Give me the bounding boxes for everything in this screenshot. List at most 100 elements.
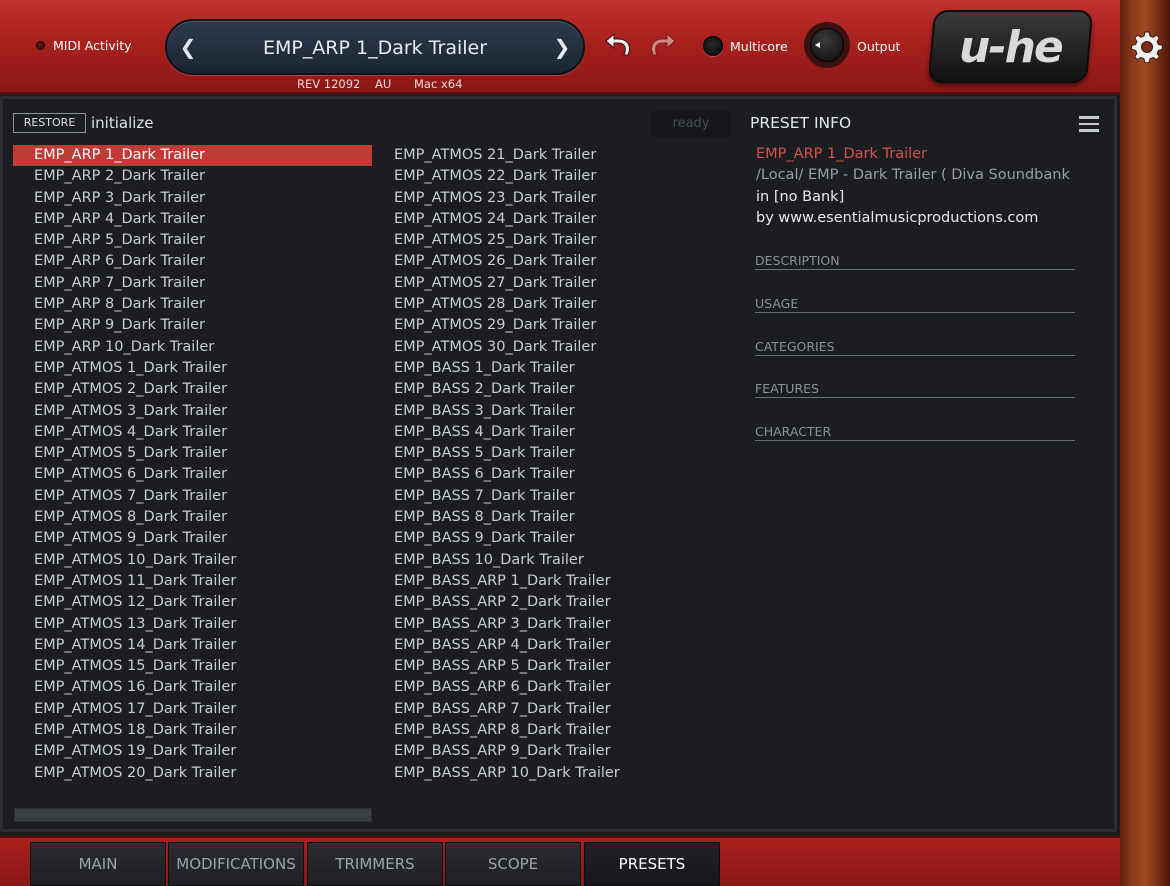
- next-preset-arrow-icon[interactable]: ❯: [551, 35, 573, 59]
- preset-list-item[interactable]: EMP_ATMOS 21_Dark Trailer: [373, 145, 732, 166]
- preset-list-item[interactable]: EMP_ATMOS 9_Dark Trailer: [13, 528, 372, 549]
- preset-list-item[interactable]: EMP_BASS 2_Dark Trailer: [373, 379, 732, 400]
- restore-button[interactable]: RESTORE: [13, 113, 86, 133]
- tab-modifications[interactable]: MODIFICATIONS: [168, 842, 304, 886]
- tab-presets[interactable]: PRESETS: [584, 842, 720, 886]
- preset-list-item[interactable]: EMP_BASS 4_Dark Trailer: [373, 422, 732, 443]
- preset-list-item[interactable]: EMP_BASS 10_Dark Trailer: [373, 550, 732, 571]
- preset-info-path: /Local/ EMP - Dark Trailer ( Diva Soundb…: [756, 167, 1070, 183]
- preset-list-item[interactable]: EMP_ARP 8_Dark Trailer: [13, 294, 372, 315]
- preset-list-item[interactable]: EMP_BASS 3_Dark Trailer: [373, 401, 732, 422]
- preset-info-bank: in [no Bank]: [756, 189, 845, 205]
- preset-list-item[interactable]: EMP_ATMOS 27_Dark Trailer: [373, 273, 732, 294]
- preset-list-item[interactable]: EMP_ATMOS 22_Dark Trailer: [373, 166, 732, 187]
- preset-list-item[interactable]: EMP_BASS 9_Dark Trailer: [373, 528, 732, 549]
- preset-list-item[interactable]: EMP_ATMOS 25_Dark Trailer: [373, 230, 732, 251]
- preset-info-name: EMP_ARP 1_Dark Trailer: [756, 146, 928, 162]
- preset-list-item[interactable]: EMP_ARP 1_Dark Trailer: [13, 145, 372, 167]
- preset-list-item[interactable]: EMP_ATMOS 24_Dark Trailer: [373, 209, 732, 230]
- preset-list-item[interactable]: EMP_ATMOS 18_Dark Trailer: [13, 720, 372, 741]
- hamburger-menu-icon[interactable]: [1079, 116, 1099, 132]
- preset-list-column-1: EMP_ARP 1_Dark Trailer EMP_ARP 2_Dark Tra…: [13, 145, 372, 784]
- preset-list-item[interactable]: EMP_ATMOS 16_Dark Trailer: [13, 677, 372, 698]
- preset-list-item[interactable]: EMP_ATMOS 5_Dark Trailer: [13, 443, 372, 464]
- preset-list-item[interactable]: EMP_BASS_ARP 6_Dark Trailer: [373, 677, 732, 698]
- preset-list-item[interactable]: EMP_ARP 3_Dark Trailer: [13, 188, 372, 209]
- horizontal-scrollbar[interactable]: [14, 808, 372, 822]
- preset-list-item[interactable]: EMP_BASS_ARP 2_Dark Trailer: [373, 592, 732, 613]
- previous-preset-arrow-icon[interactable]: ❮: [177, 35, 199, 59]
- preset-list-item[interactable]: EMP_ATMOS 13_Dark Trailer: [13, 614, 372, 635]
- preset-list-item[interactable]: EMP_ATMOS 30_Dark Trailer: [373, 337, 732, 358]
- preset-list-item[interactable]: EMP_BASS_ARP 7_Dark Trailer: [373, 699, 732, 720]
- preset-info-title: PRESET INFO: [750, 114, 852, 132]
- preset-list-item[interactable]: EMP_BASS_ARP 8_Dark Trailer: [373, 720, 732, 741]
- preset-list-item[interactable]: EMP_ATMOS 28_Dark Trailer: [373, 294, 732, 315]
- preset-list-item[interactable]: EMP_BASS_ARP 4_Dark Trailer: [373, 635, 732, 656]
- u-he-logo: u-he: [927, 10, 1094, 83]
- multicore-label: Multicore: [730, 38, 788, 54]
- features-section[interactable]: FEATURES: [755, 381, 1075, 398]
- description-section[interactable]: DESCRIPTION: [755, 253, 1075, 270]
- redo-icon[interactable]: [645, 30, 677, 60]
- preset-list-item[interactable]: EMP_ATMOS 6_Dark Trailer: [13, 464, 372, 485]
- preset-list-item[interactable]: EMP_ARP 4_Dark Trailer: [13, 209, 372, 230]
- preset-list-item[interactable]: EMP_ATMOS 26_Dark Trailer: [373, 251, 732, 272]
- format-label: AU: [375, 77, 392, 91]
- preset-list-item[interactable]: EMP_ATMOS 20_Dark Trailer: [13, 763, 372, 784]
- preset-list-item[interactable]: EMP_ATMOS 7_Dark Trailer: [13, 486, 372, 507]
- output-knob[interactable]: [804, 22, 850, 68]
- preset-list-item[interactable]: EMP_BASS_ARP 10_Dark Trailer: [373, 763, 732, 784]
- preset-list-item[interactable]: EMP_ARP 9_Dark Trailer: [13, 315, 372, 336]
- preset-list-item[interactable]: EMP_BASS_ARP 9_Dark Trailer: [373, 741, 732, 762]
- revision-label: REV 12092: [297, 77, 361, 91]
- preset-list-item[interactable]: EMP_ATMOS 19_Dark Trailer: [13, 741, 372, 762]
- multicore-toggle[interactable]: Multicore: [703, 36, 788, 56]
- preset-list-item[interactable]: EMP_ATMOS 4_Dark Trailer: [13, 422, 372, 443]
- preset-list-item[interactable]: EMP_BASS 7_Dark Trailer: [373, 486, 732, 507]
- tab-scope[interactable]: SCOPE: [445, 842, 581, 886]
- preset-list-item[interactable]: EMP_BASS_ARP 1_Dark Trailer: [373, 571, 732, 592]
- preset-list-item[interactable]: EMP_ATMOS 10_Dark Trailer: [13, 550, 372, 571]
- preset-list-item[interactable]: EMP_ATMOS 23_Dark Trailer: [373, 188, 732, 209]
- preset-selector[interactable]: ❮ EMP_ARP 1_Dark Trailer ❯: [165, 19, 585, 75]
- midi-led-icon: [36, 41, 45, 50]
- undo-icon[interactable]: [604, 30, 636, 60]
- preset-list-item[interactable]: EMP_BASS 1_Dark Trailer: [373, 358, 732, 379]
- usage-section[interactable]: USAGE: [755, 296, 1075, 313]
- preset-list-item[interactable]: EMP_ATMOS 11_Dark Trailer: [13, 571, 372, 592]
- preset-list-item[interactable]: EMP_ARP 7_Dark Trailer: [13, 273, 372, 294]
- preset-list-item[interactable]: EMP_ATMOS 8_Dark Trailer: [13, 507, 372, 528]
- preset-list-item[interactable]: EMP_ATMOS 1_Dark Trailer: [13, 358, 372, 379]
- midi-activity: MIDI Activity: [36, 38, 132, 53]
- preset-list-item[interactable]: EMP_BASS 8_Dark Trailer: [373, 507, 732, 528]
- current-preset-name[interactable]: EMP_ARP 1_Dark Trailer: [207, 37, 543, 59]
- status-indicator: ready: [651, 111, 731, 137]
- preset-list-item[interactable]: EMP_ATMOS 3_Dark Trailer: [13, 401, 372, 422]
- character-section[interactable]: CHARACTER: [755, 424, 1075, 441]
- preset-list-item[interactable]: EMP_BASS_ARP 5_Dark Trailer: [373, 656, 732, 677]
- knob-pointer-icon: [815, 42, 820, 48]
- preset-list-item[interactable]: EMP_BASS_ARP 3_Dark Trailer: [373, 614, 732, 635]
- preset-list-item[interactable]: EMP_ARP 2_Dark Trailer: [13, 166, 372, 187]
- gear-icon[interactable]: [1130, 30, 1164, 64]
- preset-list-item[interactable]: EMP_ARP 5_Dark Trailer: [13, 230, 372, 251]
- preset-list-item[interactable]: EMP_ATMOS 2_Dark Trailer: [13, 379, 372, 400]
- preset-list-item[interactable]: EMP_ATMOS 17_Dark Trailer: [13, 699, 372, 720]
- preset-list-item[interactable]: EMP_BASS 6_Dark Trailer: [373, 464, 732, 485]
- preset-list-item[interactable]: EMP_ARP 6_Dark Trailer: [13, 251, 372, 272]
- preset-list-item[interactable]: EMP_ATMOS 15_Dark Trailer: [13, 656, 372, 677]
- wood-side-panel: [1120, 0, 1170, 886]
- preset-list-item[interactable]: EMP_ATMOS 12_Dark Trailer: [13, 592, 372, 613]
- logo-text: u-he: [959, 22, 1062, 73]
- preset-list-item[interactable]: EMP_ARP 10_Dark Trailer: [13, 337, 372, 358]
- initialize-label[interactable]: initialize: [91, 114, 154, 132]
- preset-list-item[interactable]: EMP_BASS 5_Dark Trailer: [373, 443, 732, 464]
- preset-list-item[interactable]: EMP_ATMOS 29_Dark Trailer: [373, 315, 732, 336]
- tab-trimmers[interactable]: TRIMMERS: [307, 842, 443, 886]
- preset-list-column-2: EMP_ATMOS 21_Dark Trailer EMP_ATMOS 22_Da…: [373, 145, 732, 784]
- tab-main[interactable]: MAIN: [30, 842, 166, 886]
- preset-list-item[interactable]: EMP_ATMOS 14_Dark Trailer: [13, 635, 372, 656]
- categories-section[interactable]: CATEGORIES: [755, 339, 1075, 356]
- multicore-button[interactable]: [703, 36, 723, 56]
